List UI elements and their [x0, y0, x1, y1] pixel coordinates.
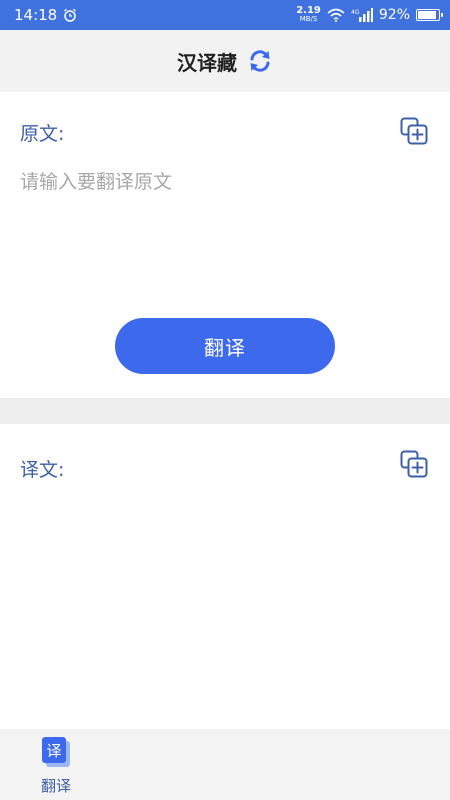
nav-label-translate: 翻译 — [40, 777, 71, 795]
copy-add-icon[interactable] — [400, 117, 428, 145]
result-panel: 译文: — [0, 424, 450, 729]
app-header: 汉译藏 — [0, 30, 450, 92]
source-panel: 原文: 翻译 — [0, 92, 450, 398]
bottom-nav: 译 翻译 — [0, 729, 450, 800]
alarm-icon — [64, 8, 77, 22]
cell-signal-icon: 4G — [351, 8, 373, 22]
source-label: 原文: — [20, 123, 65, 145]
translate-button[interactable]: 翻译 — [115, 318, 335, 374]
battery-fill — [418, 11, 437, 19]
battery-percent: 92% — [378, 7, 410, 23]
page-title: 汉译藏 — [177, 50, 237, 75]
wifi-icon — [327, 8, 345, 22]
net-speed: 2.19 MB/S — [296, 6, 321, 24]
net-speed-unit: MB/S — [299, 15, 318, 23]
battery-icon — [416, 9, 443, 21]
result-label: 译文: — [20, 459, 65, 481]
net-speed-value: 2.19 — [296, 5, 321, 16]
translate-nav-icon: 译 — [40, 737, 72, 771]
network-type: 4G — [351, 9, 360, 16]
copy-add-icon[interactable] — [400, 450, 428, 478]
status-time: 14:18 — [14, 6, 58, 24]
swap-icon[interactable] — [247, 48, 273, 74]
translate-nav-icon-glyph: 译 — [42, 737, 66, 763]
nav-item-translate[interactable]: 译 翻译 — [28, 737, 84, 796]
status-bar: 14:18 2.19 MB/S 4G 92% — [0, 0, 450, 30]
source-text-input[interactable] — [20, 167, 430, 297]
